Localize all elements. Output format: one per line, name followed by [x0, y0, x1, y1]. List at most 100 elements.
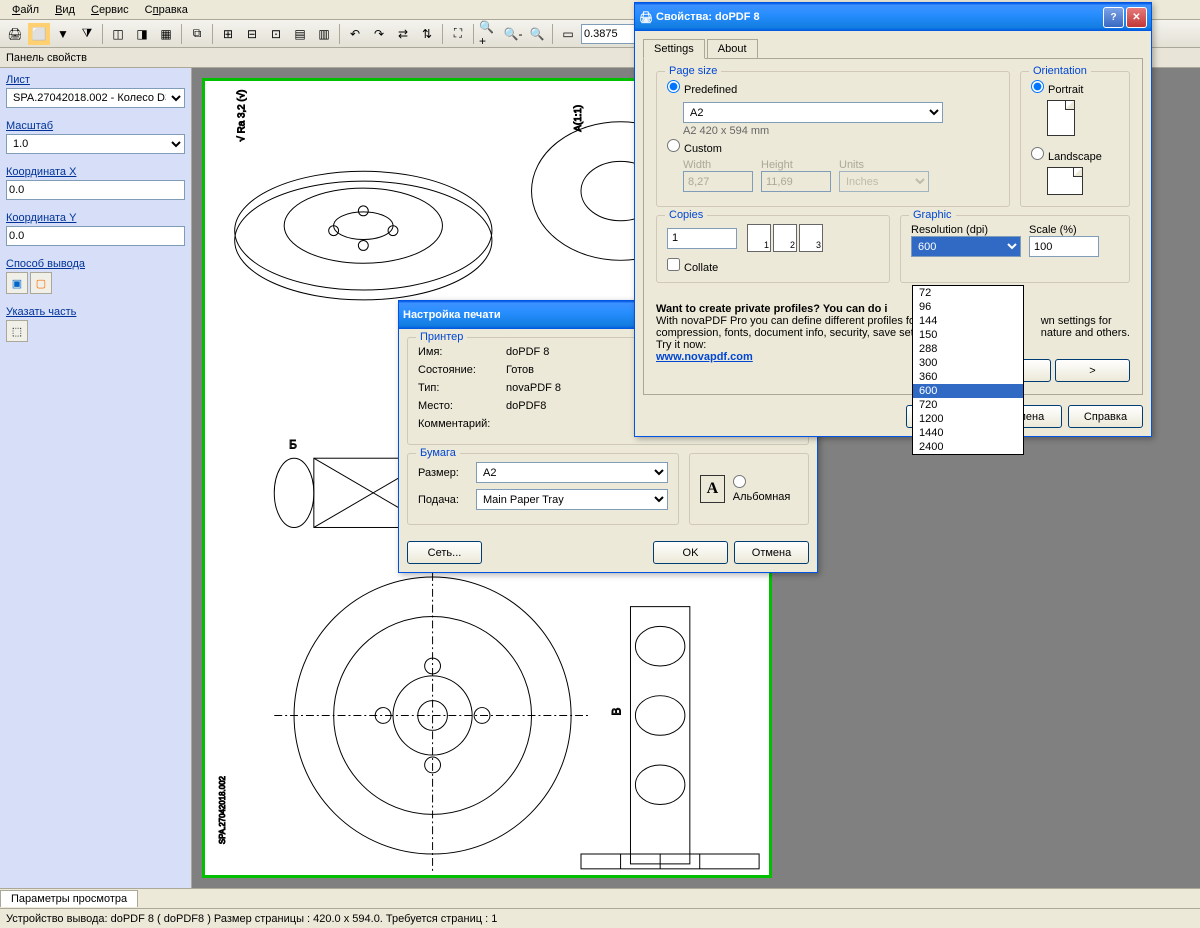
resolution-select[interactable]: 600 [911, 236, 1021, 257]
coordx-label: Координата X [6, 166, 185, 178]
print-cancel-button[interactable]: Отмена [734, 541, 809, 564]
props-titlebar-icon: 🖨 [639, 11, 653, 24]
resolution-option[interactable]: 360 [913, 370, 1023, 384]
feed-label: Подача: [418, 494, 468, 506]
copies-legend: Copies [665, 209, 707, 221]
resolution-option[interactable]: 150 [913, 328, 1023, 342]
scale-label: Масштаб [6, 120, 185, 132]
zoom-fit-icon[interactable]: ⛶ [447, 23, 469, 45]
network-button[interactable]: Сеть... [407, 541, 482, 564]
coordx-input[interactable] [6, 180, 185, 200]
landscape-radio[interactable]: Альбомная [733, 475, 798, 503]
tool-icon-4[interactable]: ▦ [155, 23, 177, 45]
promo-end-2: nature and others. [1041, 327, 1130, 339]
resolution-option[interactable]: 1440 [913, 426, 1023, 440]
paper-feed-select[interactable]: Main Paper Tray [476, 489, 668, 510]
width-label: Width [683, 159, 753, 171]
resolution-option[interactable]: 288 [913, 342, 1023, 356]
resolution-option[interactable]: 2400 [913, 440, 1023, 454]
tool-icon-3[interactable]: ◨ [131, 23, 153, 45]
paper-legend: Бумага [416, 447, 460, 459]
height-input [761, 171, 831, 192]
flip-v-icon[interactable]: ⇅ [416, 23, 438, 45]
collate-check[interactable]: Collate [667, 258, 879, 274]
print-ok-button[interactable]: OK [653, 541, 728, 564]
resolution-option[interactable]: 96 [913, 300, 1023, 314]
predefined-radio[interactable]: Predefined [667, 84, 737, 96]
zoom-in-icon[interactable]: 🔍+ [478, 23, 500, 45]
select-part-icon[interactable]: ⬚ [6, 320, 28, 342]
print-icon[interactable]: 🖨 [4, 23, 26, 45]
menu-view[interactable]: Вид [47, 2, 83, 18]
landscape-radio-props[interactable]: Landscape [1031, 147, 1119, 163]
tab-about[interactable]: About [707, 39, 758, 58]
promo-text-1: With novaPDF Pro you can define differen… [656, 315, 931, 327]
resolution-option[interactable]: 144 [913, 314, 1023, 328]
view-params-tab[interactable]: Параметры просмотра [0, 890, 138, 907]
predefined-select[interactable]: A2 [683, 102, 943, 123]
menu-help[interactable]: Справка [137, 2, 196, 18]
promo-end-1: wn settings for [1041, 315, 1112, 327]
output-mode-2-icon[interactable]: ▢ [30, 272, 52, 294]
portrait-radio[interactable]: Portrait [1031, 80, 1119, 96]
filter-icon[interactable]: ▼ [52, 23, 74, 45]
resolution-dropdown[interactable]: 7296144150288300360600720120014402400 [912, 285, 1024, 455]
name-label: Имя: [418, 346, 498, 358]
resolution-option[interactable]: 600 [913, 384, 1023, 398]
place-label: Место: [418, 400, 498, 412]
resolution-label: Resolution (dpi) [911, 224, 1021, 236]
resolution-option[interactable]: 72 [913, 286, 1023, 300]
coordy-input[interactable] [6, 226, 185, 246]
paper-size-select[interactable]: A2 [476, 462, 668, 483]
next-button[interactable]: > [1055, 359, 1130, 382]
zoom-out-icon[interactable]: 🔍- [502, 23, 524, 45]
printer-legend: Принтер [416, 331, 467, 343]
rotate-left-icon[interactable]: ↶ [344, 23, 366, 45]
funnel-icon[interactable]: ⧩ [76, 23, 98, 45]
scale-pct-input[interactable] [1029, 236, 1099, 257]
copy-icon[interactable]: ⧉ [186, 23, 208, 45]
resolution-option[interactable]: 300 [913, 356, 1023, 370]
output-mode-1-icon[interactable]: ▣ [6, 272, 28, 294]
height-label: Height [761, 159, 831, 171]
state-label: Состояние: [418, 364, 498, 376]
resolution-option[interactable]: 1200 [913, 412, 1023, 426]
grid-icon-2[interactable]: ⊟ [241, 23, 263, 45]
scale-select[interactable]: 1.0 [6, 134, 185, 154]
zoom-icon[interactable]: 🔍 [526, 23, 548, 45]
menu-file[interactable]: Файл [4, 2, 47, 18]
width-input [683, 171, 753, 192]
props-help-button[interactable]: Справка [1068, 405, 1143, 428]
zoom-input[interactable] [581, 24, 641, 44]
props-titlebar[interactable]: 🖨 Свойства: doPDF 8 ? ✕ [635, 3, 1151, 31]
copies-input[interactable] [667, 228, 737, 249]
portrait-icon [1047, 100, 1075, 136]
grid-icon-3[interactable]: ⊡ [265, 23, 287, 45]
menu-service[interactable]: Сервис [83, 2, 137, 18]
custom-radio[interactable]: Custom [667, 143, 722, 155]
svg-text:Б: Б [289, 437, 297, 451]
page-size-legend: Page size [665, 65, 721, 77]
promo-link[interactable]: www.novapdf.com [656, 351, 753, 363]
tab-settings[interactable]: Settings [643, 39, 705, 59]
close-icon[interactable]: ✕ [1126, 7, 1147, 28]
graphic-legend: Graphic [909, 209, 956, 221]
rotate-right-icon[interactable]: ↷ [368, 23, 390, 45]
type-label: Тип: [418, 382, 498, 394]
svg-text:SPA.27042018.002: SPA.27042018.002 [218, 776, 227, 844]
landscape-icon [1047, 167, 1083, 195]
tool-icon-1[interactable]: ⬜ [28, 23, 50, 45]
resolution-option[interactable]: 720 [913, 398, 1023, 412]
grid-icon-4[interactable]: ▤ [289, 23, 311, 45]
flip-h-icon[interactable]: ⇄ [392, 23, 414, 45]
help-icon[interactable]: ? [1103, 7, 1124, 28]
tool-icon-2[interactable]: ◫ [107, 23, 129, 45]
size-label: Размер: [418, 467, 468, 479]
sheet-select[interactable]: SPA.27042018.002 - Колесо D30 [6, 88, 185, 108]
svg-text:A(1:1): A(1:1) [573, 105, 584, 132]
promo-text-2: compression, fonts, document info, secur… [656, 327, 932, 339]
page-icon[interactable]: ▭ [557, 23, 579, 45]
grid-icon-5[interactable]: ▥ [313, 23, 335, 45]
units-label: Units [839, 159, 929, 171]
grid-icon-1[interactable]: ⊞ [217, 23, 239, 45]
